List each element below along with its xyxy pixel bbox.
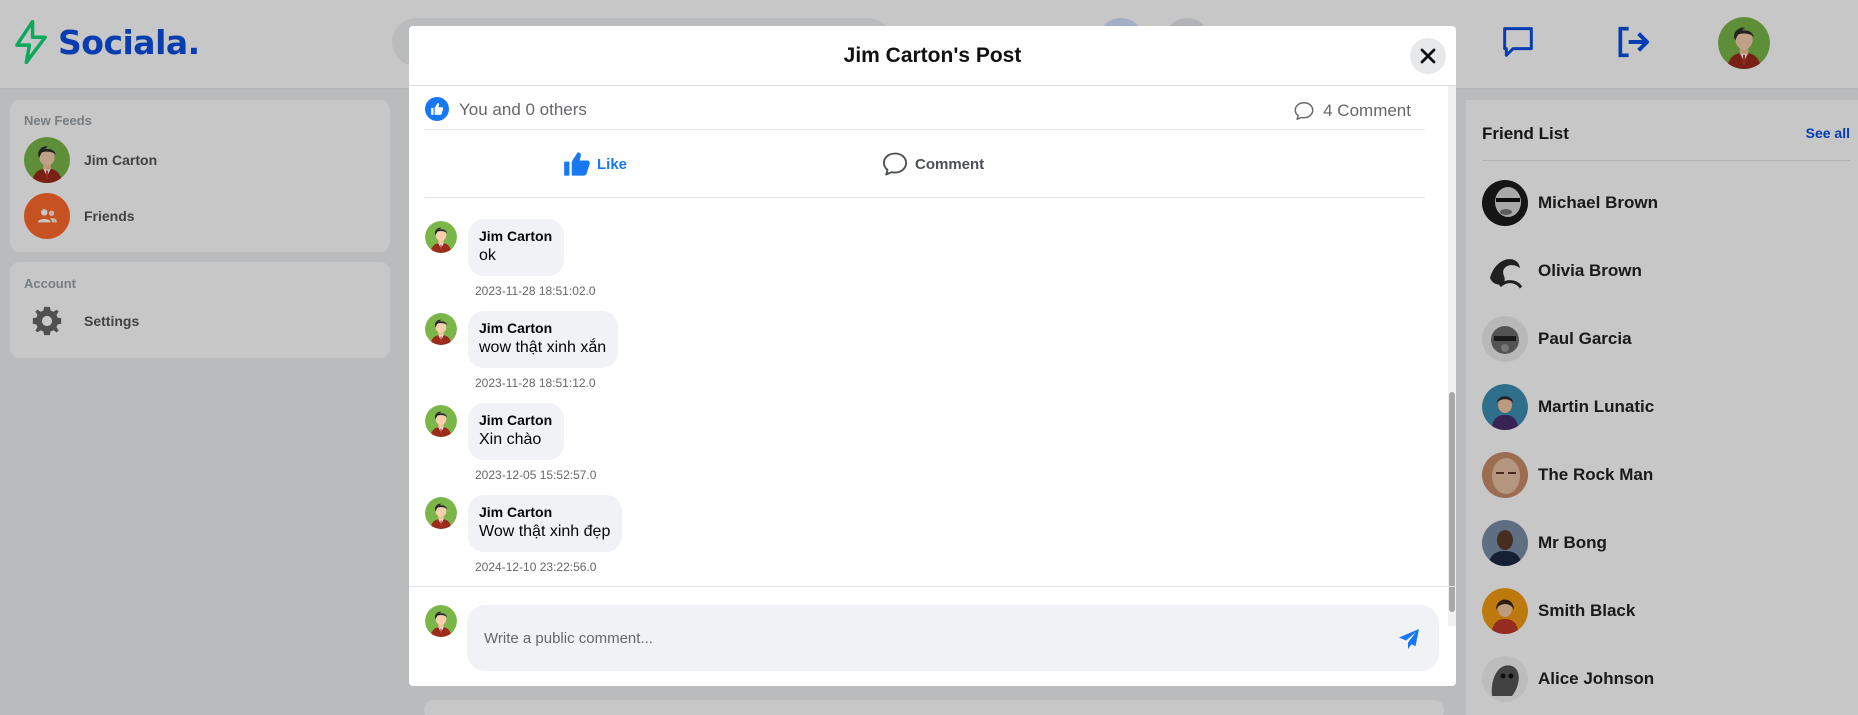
like-badge-icon [425,97,449,121]
comment-bubble: Jim Carton Xin chào [468,403,565,460]
comment-bubble: Jim Carton wow thật xinh xắn [468,311,619,368]
avatar [425,605,457,637]
scrollbar-thumb[interactable] [1449,392,1455,612]
post-modal: Jim Carton's Post You and 0 others 4 Com… [409,26,1456,686]
avatar[interactable] [425,221,457,253]
post-actions: Like Comment [425,130,1425,198]
comment-timestamp: 2023-11-28 18:51:12.0 [475,376,596,390]
comment-icon [882,152,908,176]
comment-text: Xin chào [479,431,542,448]
comment-label: Comment [915,155,985,173]
modal-header: Jim Carton's Post [409,26,1456,86]
modal-title: Jim Carton's Post [843,44,1022,67]
like-button[interactable]: Like [563,150,627,178]
comment-timestamp: 2023-12-05 15:52:57.0 [475,468,597,482]
like-label: Like [597,155,628,173]
avatar[interactable] [425,497,457,529]
comment-author[interactable]: Jim Carton [479,319,606,337]
likes-summary[interactable]: You and 0 others [459,100,587,120]
comment-text: ok [479,247,496,264]
comment-composer [409,586,1456,686]
comment-author[interactable]: Jim Carton [479,503,610,521]
comment-bubble: Jim Carton Wow thật xinh đẹp [468,495,623,552]
comment-timestamp: 2023-11-28 18:51:02.0 [475,284,596,298]
comment-text: wow thật xinh xắn [479,339,607,356]
thumbs-up-icon [564,152,590,176]
close-button[interactable] [1410,38,1446,74]
comment-bubble: Jim Carton ok [468,219,565,276]
comment-author[interactable]: Jim Carton [479,411,552,429]
comment-text: Wow thật xinh đẹp [479,523,611,540]
close-icon [1420,48,1436,64]
comment-button[interactable]: Comment [881,150,984,178]
avatar[interactable] [425,313,457,345]
post-stats: You and 0 others 4 Comment [425,90,1425,130]
scrollbar[interactable] [1448,86,1456,626]
comments-count-label: 4 Comment [1323,101,1411,120]
send-icon[interactable] [1397,627,1421,651]
comment-timestamp: 2024-12-10 23:22:56.0 [475,560,597,574]
comments-count[interactable]: 4 Comment [1293,100,1411,122]
comment-author[interactable]: Jim Carton [479,227,552,245]
avatar[interactable] [425,405,457,437]
comment-bubble-icon [1294,102,1314,120]
comment-input[interactable] [467,605,1439,671]
